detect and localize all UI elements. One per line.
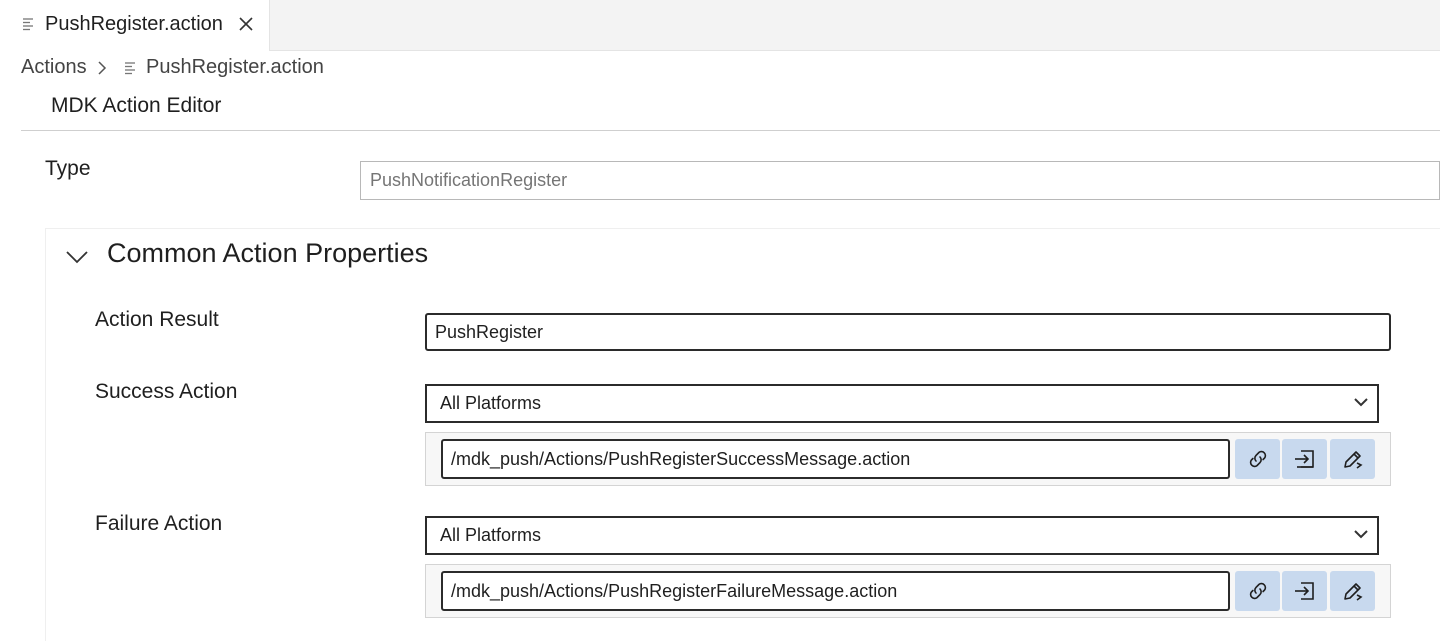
failure-action-panel [425, 564, 1391, 618]
success-action-label: Success Action [95, 380, 238, 403]
failure-action-label: Failure Action [95, 512, 223, 535]
breadcrumb-file[interactable]: PushRegister.action [146, 56, 324, 79]
tab-bar: PushRegister.action [0, 0, 1440, 51]
success-action-panel [425, 432, 1391, 486]
insert-icon [1294, 582, 1314, 600]
editor-title: MDK Action Editor [51, 94, 222, 117]
link-icon [1249, 582, 1266, 600]
chevron-down-icon [1354, 530, 1368, 539]
tab-push-register[interactable]: PushRegister.action [0, 0, 270, 51]
close-icon[interactable] [236, 14, 256, 34]
success-action-path-input[interactable] [441, 439, 1230, 479]
action-result-label: Action Result [95, 308, 219, 331]
select-value: All Platforms [440, 525, 542, 545]
edit-pencil-icon [1343, 451, 1363, 469]
link-icon [1249, 450, 1266, 468]
file-lines-icon [23, 18, 33, 31]
tab-label: PushRegister.action [45, 13, 223, 35]
failure-action-path-input[interactable] [441, 571, 1230, 611]
type-label: Type [45, 157, 91, 180]
edit-pencil-icon [1343, 583, 1363, 601]
insert-icon [1294, 450, 1314, 468]
failure-edit-button[interactable] [1330, 571, 1375, 611]
file-lines-icon [125, 62, 135, 75]
chevron-down-icon [1354, 398, 1368, 407]
chevron-right-icon [98, 61, 107, 75]
success-insert-button[interactable] [1282, 439, 1327, 479]
failure-insert-button[interactable] [1282, 571, 1327, 611]
title-divider [21, 130, 1440, 131]
chevron-down-icon[interactable] [64, 246, 90, 268]
breadcrumb-actions[interactable]: Actions [21, 56, 87, 79]
action-result-input[interactable] [425, 313, 1391, 351]
success-link-button[interactable] [1235, 439, 1280, 479]
failure-platform-select[interactable]: All Platforms [425, 516, 1379, 555]
section-title[interactable]: Common Action Properties [107, 238, 428, 269]
type-input[interactable] [360, 161, 1440, 200]
success-edit-button[interactable] [1330, 439, 1375, 479]
success-platform-select[interactable]: All Platforms [425, 384, 1379, 423]
failure-link-button[interactable] [1235, 571, 1280, 611]
select-value: All Platforms [440, 393, 542, 413]
